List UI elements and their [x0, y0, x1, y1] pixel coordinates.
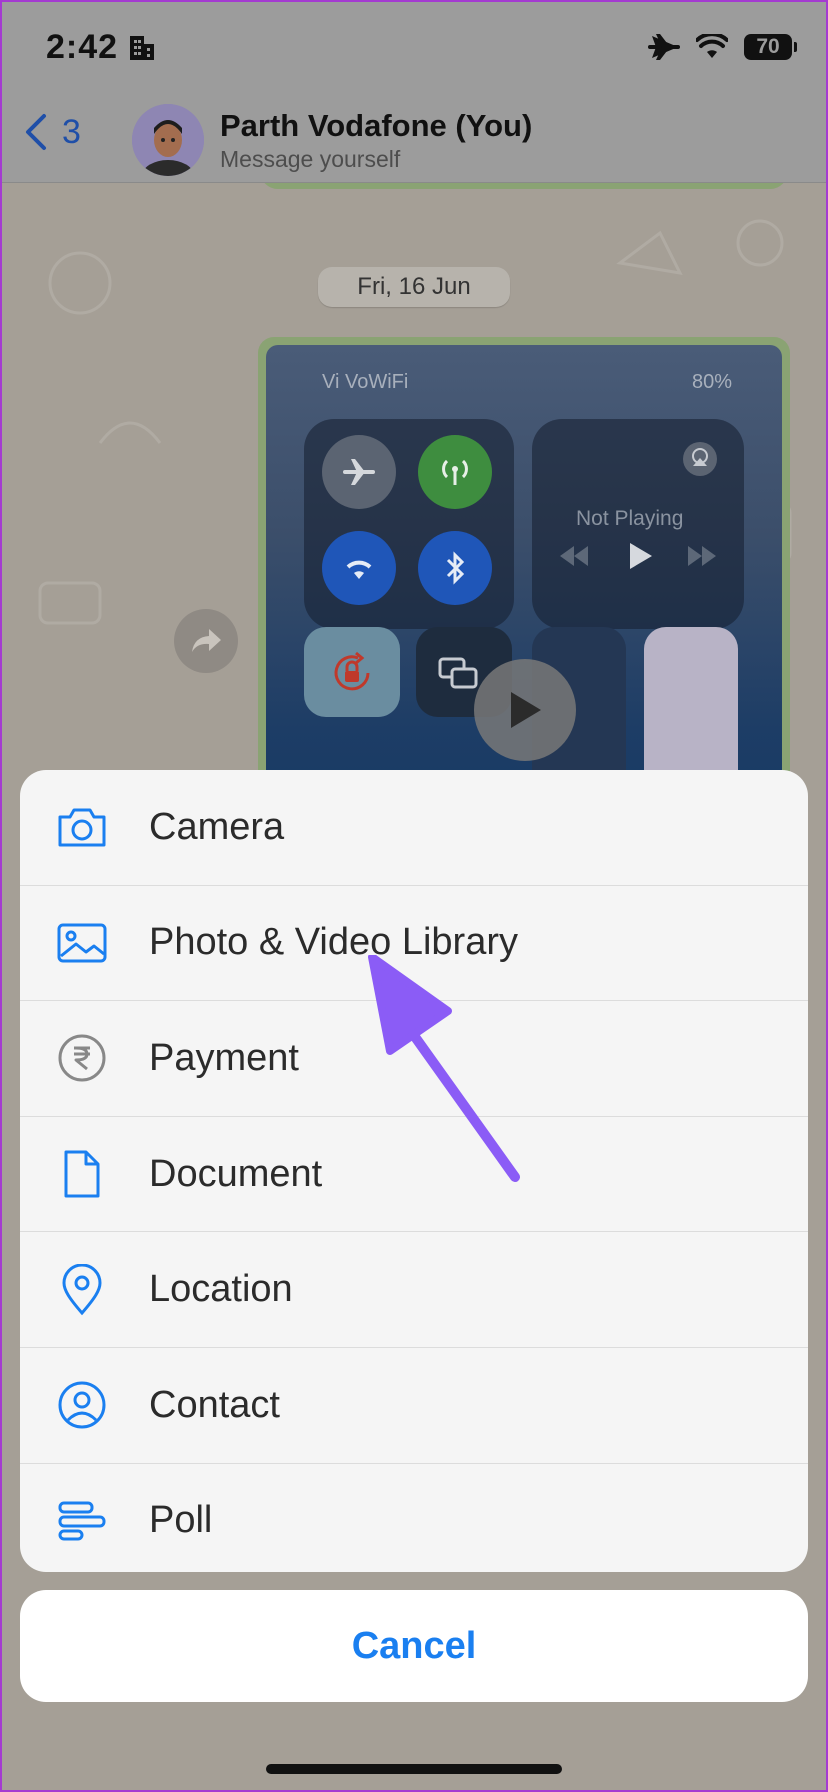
rotation-lock-tile [304, 627, 400, 717]
menu-item-label: Payment [149, 1036, 299, 1079]
menu-item-label: Contact [149, 1383, 280, 1426]
now-playing-label: Not Playing [576, 507, 684, 530]
bluetooth-toggle-icon [418, 531, 492, 605]
thumbnail-battery: 80% [691, 371, 732, 393]
menu-item-contact[interactable]: Contact [20, 1348, 808, 1464]
menu-item-label: Document [149, 1152, 323, 1195]
location-pin-icon [56, 1263, 108, 1316]
wifi-icon [696, 34, 728, 58]
menu-item-camera[interactable]: Camera [20, 770, 808, 886]
now-playing-tile: Not Playing [532, 419, 744, 629]
media-controls-icon [560, 543, 716, 569]
cancel-button[interactable]: Cancel [20, 1590, 808, 1702]
annotation-arrow-icon [368, 955, 520, 1182]
chat-header: 3 Parth Vodafone (You) Message yourself [0, 100, 828, 183]
avatar-memoji-icon [132, 104, 204, 176]
battery-indicator: 70 [744, 34, 797, 60]
airplane-icon [648, 34, 680, 60]
photo-icon [56, 917, 108, 969]
chat-subtitle: Message yourself [220, 146, 401, 172]
menu-item-location[interactable]: Location [20, 1232, 808, 1348]
menu-item-label: Location [149, 1268, 293, 1311]
screen-mirroring-icon [438, 657, 478, 689]
menu-item-poll[interactable]: Poll [20, 1464, 808, 1572]
previous-message-bubble [260, 183, 788, 189]
play-button[interactable] [474, 659, 576, 761]
airplane-toggle-icon [322, 435, 396, 509]
forward-button[interactable] [174, 609, 238, 673]
chevron-left-icon [26, 114, 46, 150]
rupee-icon [56, 1032, 108, 1084]
chat-title[interactable]: Parth Vodafone (You) [220, 108, 532, 144]
camera-icon [56, 801, 108, 853]
rotation-lock-icon [334, 651, 370, 691]
date-separator: Fri, 16 Jun [318, 267, 510, 307]
back-count: 3 [62, 112, 81, 151]
back-button[interactable]: 3 [24, 112, 81, 152]
contact-icon [56, 1379, 108, 1431]
document-icon [56, 1148, 108, 1200]
building-icon [130, 36, 154, 60]
connectivity-tile [304, 419, 514, 629]
home-indicator[interactable] [266, 1764, 562, 1774]
menu-item-label: Camera [149, 805, 285, 848]
airplay-icon [683, 442, 717, 476]
thumbnail-carrier: Vi VoWiFi [322, 371, 409, 393]
poll-icon [56, 1495, 108, 1547]
menu-item-label: Poll [149, 1499, 213, 1542]
forward-icon [192, 629, 221, 652]
status-bar: 2:42 70 [0, 0, 828, 100]
avatar[interactable] [132, 104, 204, 176]
cellular-toggle-icon [418, 435, 492, 509]
status-time: 2:42 [46, 28, 119, 66]
wifi-toggle-icon [322, 531, 396, 605]
play-icon [511, 692, 541, 728]
